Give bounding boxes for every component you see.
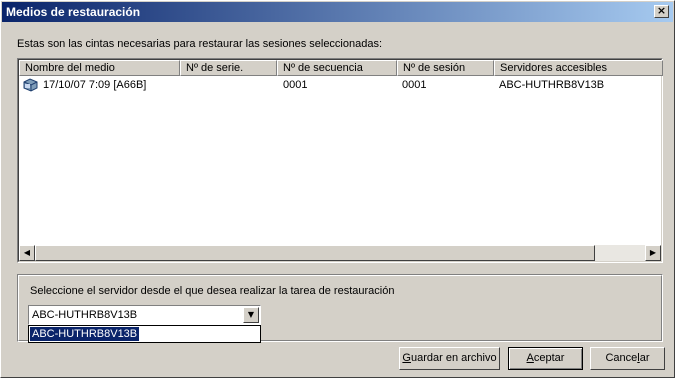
servers-cell: ABC-HUTHRB8V13B	[499, 79, 605, 91]
server-combobox[interactable]: ABC-HUTHRB8V13B ▼	[28, 305, 261, 325]
save-to-file-button[interactable]: Guardar en archivo	[399, 347, 500, 370]
column-header-media-name[interactable]: Nombre del medio	[19, 60, 180, 76]
tape-icon	[23, 78, 38, 92]
close-icon[interactable]: ×	[654, 5, 669, 18]
scrollbar-thumb[interactable]	[35, 245, 595, 261]
scroll-right-icon[interactable]: ▶	[645, 245, 661, 261]
chevron-down-icon[interactable]: ▼	[243, 307, 259, 323]
restore-media-dialog: Medios de restauración × Estas son las c…	[0, 0, 675, 378]
title-bar[interactable]: Medios de restauración ×	[2, 2, 673, 22]
sequence-cell: 0001	[283, 79, 308, 91]
list-header: Nombre del medio Nº de serie. Nº de secu…	[19, 60, 663, 76]
column-header-servers[interactable]: Servidores accesibles	[494, 60, 663, 76]
horizontal-scrollbar[interactable]: ◀ ▶	[19, 245, 661, 261]
media-list[interactable]: Nombre del medio Nº de serie. Nº de secu…	[17, 58, 663, 263]
table-row[interactable]: 17/10/07 7:09 [A66B] 0001 0001 ABC-HUTHR…	[19, 77, 661, 93]
column-header-serial[interactable]: Nº de serie.	[180, 60, 277, 76]
scroll-left-icon[interactable]: ◀	[19, 245, 35, 261]
dialog-title: Medios de restauración	[6, 5, 141, 19]
ok-button[interactable]: Aceptar	[508, 347, 583, 370]
cancel-button[interactable]: Cancelar	[590, 347, 665, 370]
session-cell: 0001	[402, 79, 427, 91]
server-combobox-value: ABC-HUTHRB8V13B	[32, 309, 138, 321]
column-header-sequence[interactable]: Nº de secuencia	[277, 60, 397, 76]
server-select-label: Seleccione el servidor desde el que dese…	[30, 285, 395, 297]
column-header-session[interactable]: Nº de sesión	[397, 60, 494, 76]
intro-text: Estas son las cintas necesarias para res…	[17, 38, 383, 50]
server-dropdown-list[interactable]: ABC-HUTHRB8V13B	[28, 325, 261, 343]
server-option[interactable]: ABC-HUTHRB8V13B	[30, 327, 140, 341]
media-name-cell: 17/10/07 7:09 [A66B]	[43, 79, 147, 91]
